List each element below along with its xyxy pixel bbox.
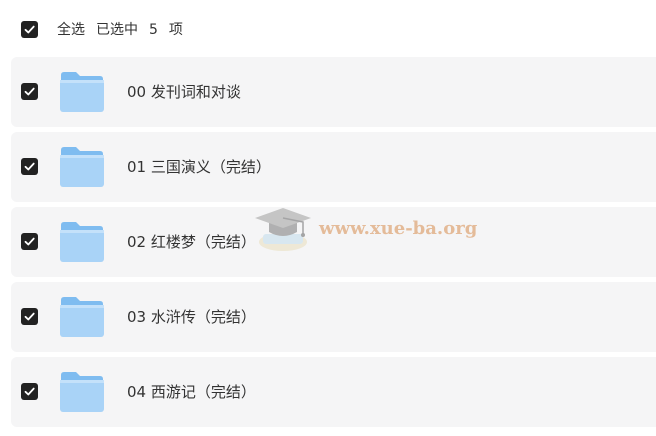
list-item[interactable]: 04 西游记（完结） — [11, 357, 656, 427]
folder-icon — [60, 222, 104, 262]
folder-icon — [60, 72, 104, 112]
item-checkbox[interactable] — [21, 308, 38, 325]
check-icon — [24, 237, 35, 246]
item-checkbox[interactable] — [21, 158, 38, 175]
item-name[interactable]: 02 红楼梦（完结） — [127, 232, 256, 252]
item-name[interactable]: 04 西游记（完结） — [127, 382, 256, 402]
check-icon — [24, 87, 35, 96]
check-icon — [24, 387, 35, 396]
folder-icon — [60, 147, 104, 187]
item-checkbox[interactable] — [21, 233, 38, 250]
item-checkbox[interactable] — [21, 383, 38, 400]
list-item[interactable]: 02 红楼梦（完结） — [11, 207, 656, 277]
list-item[interactable]: 00 发刊词和对谈 — [11, 57, 656, 127]
list-item[interactable]: 03 水浒传（完结） — [11, 282, 656, 352]
folder-icon — [60, 297, 104, 337]
check-icon — [24, 162, 35, 171]
list-item[interactable]: 01 三国演义（完结） — [11, 132, 656, 202]
item-name[interactable]: 03 水浒传（完结） — [127, 307, 256, 327]
item-checkbox[interactable] — [21, 83, 38, 100]
folder-icon — [60, 372, 104, 412]
item-name[interactable]: 01 三国演义（完结） — [127, 157, 271, 177]
check-icon — [24, 312, 35, 321]
item-name[interactable]: 00 发刊词和对谈 — [127, 82, 241, 102]
folder-list: 00 发刊词和对谈 01 三国演义（完结） 02 红楼梦（完结） 03 水浒传（… — [0, 0, 656, 436]
